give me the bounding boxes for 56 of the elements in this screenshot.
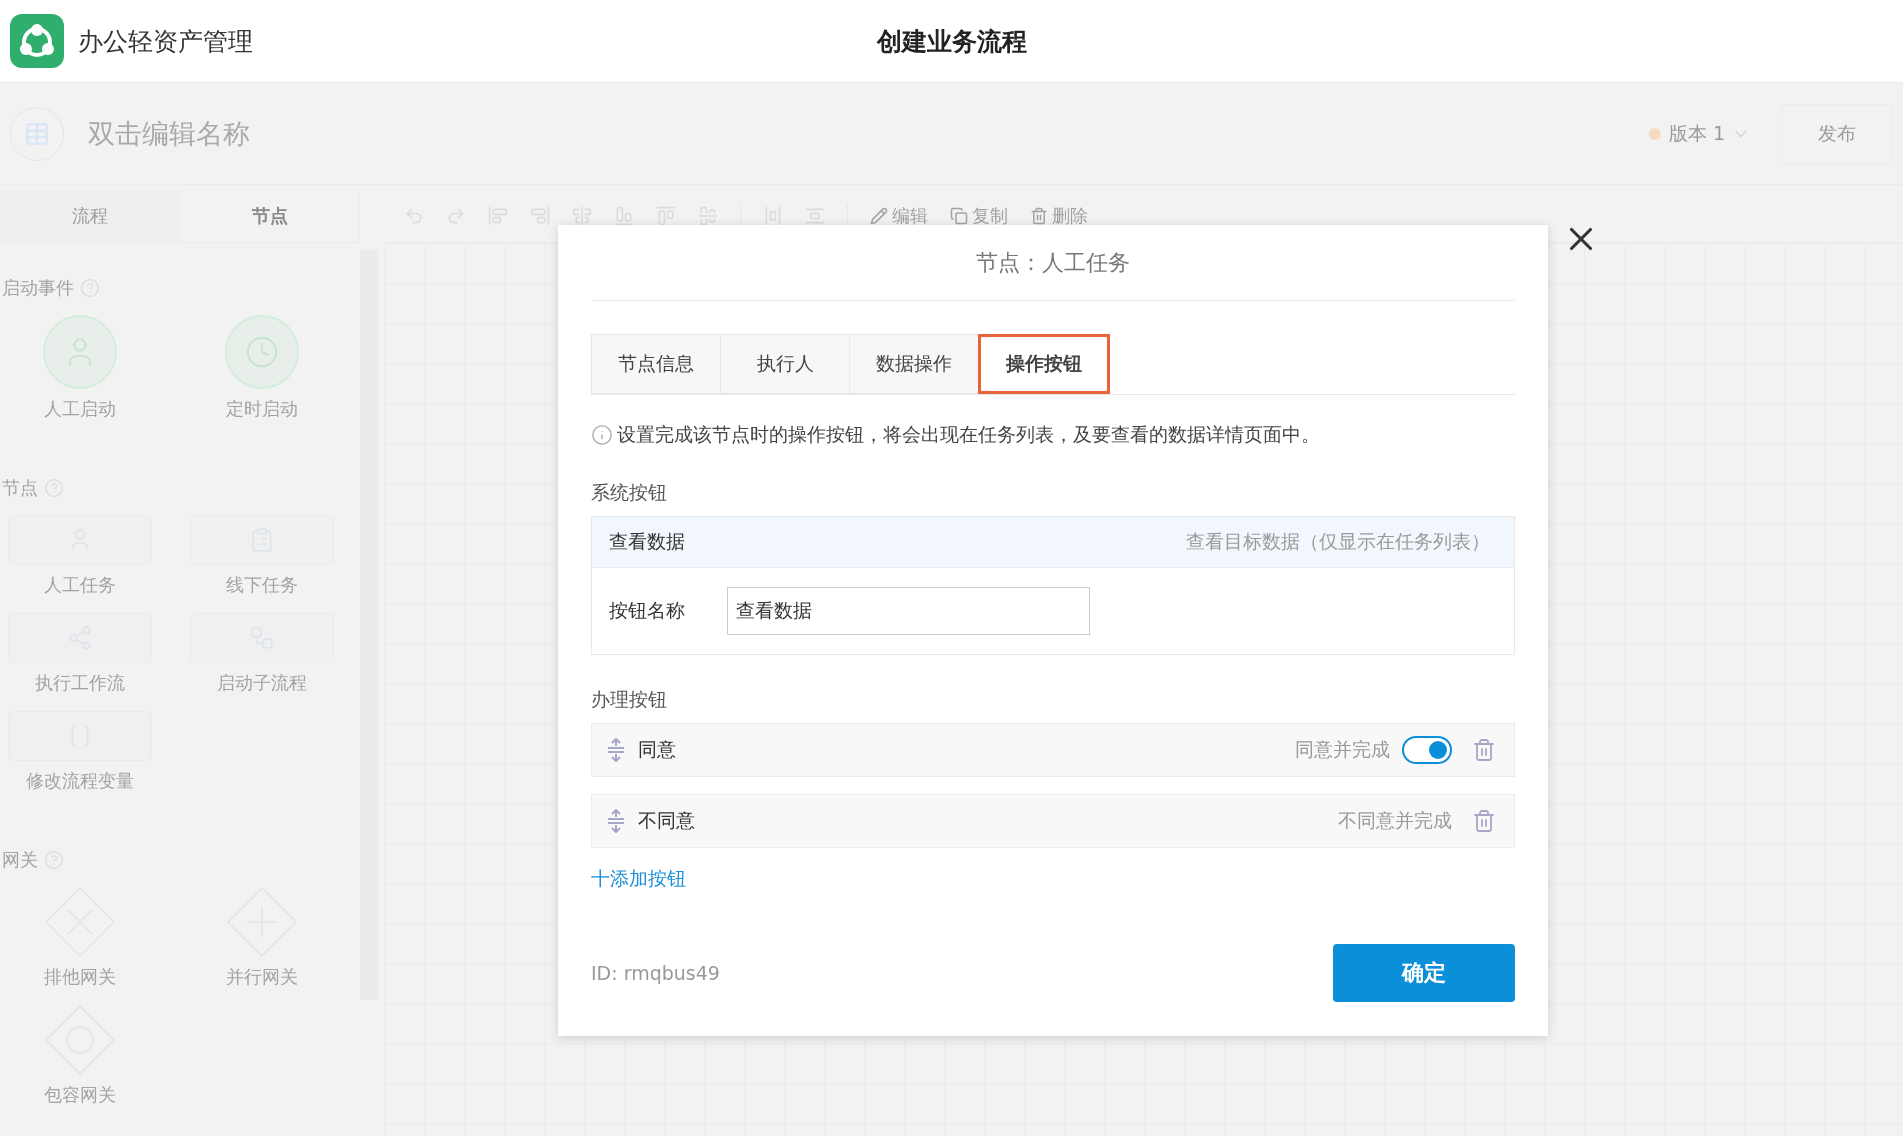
delete-icon[interactable] (1472, 738, 1496, 762)
align-middle-icon[interactable] (698, 206, 718, 226)
drag-handle-icon[interactable] (606, 809, 626, 833)
palette-label: 修改流程变量 (26, 769, 134, 793)
button-name-field[interactable]: 查看数据 (727, 587, 1090, 635)
action-label: 同意 (638, 737, 677, 762)
drag-handle-icon[interactable] (606, 738, 626, 762)
trash-icon (1030, 207, 1048, 225)
palette-label: 排他网关 (44, 965, 116, 989)
section-title: 办理按钮 (591, 687, 668, 712)
version-select[interactable]: 版本 1 (1668, 120, 1725, 147)
version-dot (1648, 127, 1661, 140)
system-button-name: 查看数据 (609, 529, 685, 554)
align-bottom-icon[interactable] (614, 206, 634, 226)
section-title: 网关 (2, 848, 38, 872)
info-icon (591, 424, 613, 446)
palette-label: 并行网关 (226, 965, 298, 989)
distribute-vertical-icon[interactable] (805, 206, 825, 226)
info-text: 设置完成该节点时的操作按钮，将会出现在任务列表，及要查看的数据详情页面中。 (617, 422, 1320, 447)
toolbar-button[interactable]: 复制 (950, 204, 1008, 228)
dialog-tab[interactable]: 执行人 (720, 334, 850, 394)
delete-icon[interactable] (1472, 809, 1496, 833)
flow-name[interactable]: 双击编辑名称 (88, 115, 250, 152)
app-name: 办公轻资产管理 (78, 25, 253, 58)
palette-label: 包容网关 (44, 1083, 116, 1107)
section-title: 启动事件 (2, 276, 74, 300)
page-title: 创建业务流程 (876, 25, 1027, 58)
dialog-tab[interactable]: 操作按钮 (978, 334, 1110, 394)
toolbar-button[interactable]: 编辑 (870, 204, 928, 228)
palette-label: 人工启动 (44, 397, 116, 421)
copy-icon (950, 207, 968, 225)
dialog-tab[interactable]: 数据操作 (849, 334, 979, 394)
palette-label: 执行工作流 (35, 671, 125, 695)
node-id: ID: rmqbus49 (591, 962, 720, 984)
align-top-icon[interactable] (656, 206, 676, 226)
section-title: 系统按钮 (591, 480, 668, 505)
pencil-icon (870, 207, 888, 225)
toggle-switch[interactable] (1402, 736, 1452, 764)
publish-button[interactable]: 发布 (1781, 103, 1893, 164)
add-button-link[interactable]: 十添加按钮 (591, 866, 686, 892)
system-button-description: 查看目标数据（仅显示在任务列表） (1186, 529, 1490, 554)
palette-label: 启动子流程 (217, 671, 307, 695)
section-title: 节点 (2, 476, 38, 500)
palette-label: 人工任务 (44, 573, 116, 597)
distribute-horizontal-icon[interactable] (763, 206, 783, 226)
action-label: 不同意 (638, 808, 696, 833)
logo-icon (10, 14, 64, 68)
field-label: 按钮名称 (609, 598, 685, 623)
confirm-button[interactable]: 确定 (1333, 944, 1515, 1002)
action-description: 不同意并完成 (1338, 808, 1452, 833)
align-center-icon[interactable] (572, 206, 592, 226)
dialog-tab[interactable]: 节点信息 (591, 334, 721, 394)
palette-label: 线下任务 (226, 573, 298, 597)
dialog-title: 节点：人工任务 (591, 225, 1515, 301)
palette-label: 定时启动 (226, 397, 298, 421)
action-description: 同意并完成 (1295, 737, 1390, 762)
